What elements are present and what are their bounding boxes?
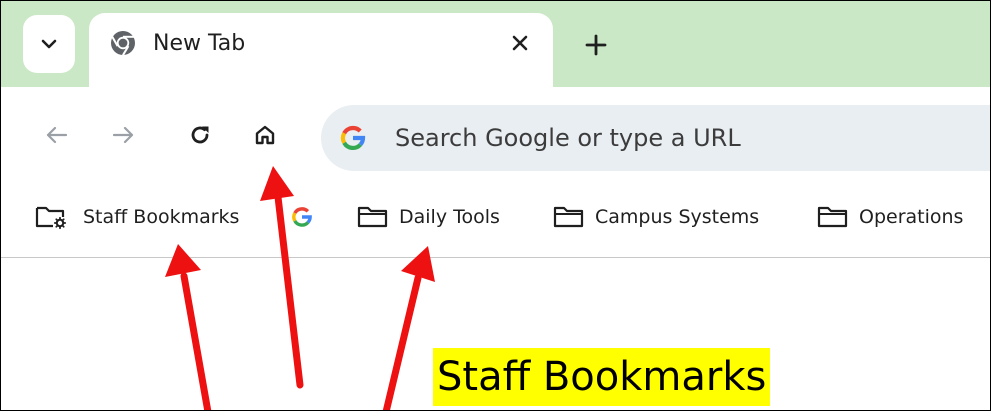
bookmark-label: Daily Tools xyxy=(399,206,500,228)
bookmark-label: Campus Systems xyxy=(595,206,760,228)
chevron-down-icon xyxy=(41,39,57,49)
bookmark-campus-systems[interactable]: Campus Systems xyxy=(553,191,759,243)
folder-icon xyxy=(357,206,388,228)
arrow-right-icon xyxy=(112,126,134,144)
annotation-caption: Staff Bookmarks xyxy=(433,348,771,406)
arrow-left-icon xyxy=(46,126,68,144)
tab-new-tab[interactable]: New Tab xyxy=(89,13,553,89)
bookmark-label: Staff Bookmarks xyxy=(83,206,240,228)
arrow-to-daily-tools xyxy=(382,274,422,410)
google-g-icon xyxy=(292,207,312,227)
bookmarks-bar: Staff Bookmarks Daily Tools Campus Syste… xyxy=(1,191,990,258)
tab-title: New Tab xyxy=(153,31,246,56)
bookmark-staff-bookmarks[interactable]: Staff Bookmarks xyxy=(35,191,239,243)
bookmark-label: Operations xyxy=(859,206,964,228)
tab-search-button[interactable] xyxy=(23,15,75,73)
bookmark-google[interactable] xyxy=(289,191,325,243)
bookmark-daily-tools[interactable]: Daily Tools xyxy=(357,191,500,243)
managed-folder-icon xyxy=(35,206,67,230)
folder-icon xyxy=(553,206,584,228)
close-icon xyxy=(512,35,528,51)
tab-strip: New Tab xyxy=(1,1,990,89)
reload-icon xyxy=(191,126,209,144)
folder-icon xyxy=(817,206,848,228)
chrome-icon xyxy=(111,31,135,56)
new-tab-button[interactable] xyxy=(579,28,613,62)
home-button[interactable] xyxy=(247,117,283,153)
toolbar: Search Google or type a URL xyxy=(1,87,990,191)
omnibox-placeholder: Search Google or type a URL xyxy=(395,124,741,152)
back-button[interactable] xyxy=(39,117,75,153)
omnibox[interactable]: Search Google or type a URL xyxy=(321,105,990,171)
plus-icon xyxy=(585,34,607,56)
google-g-icon xyxy=(340,125,366,150)
browser-window: New Tab Search Google or type a URL Staf… xyxy=(0,0,991,411)
forward-button[interactable] xyxy=(105,117,141,153)
reload-button[interactable] xyxy=(182,117,218,153)
arrow-to-staff-bookmarks xyxy=(180,272,212,410)
tab-close-button[interactable] xyxy=(507,30,533,56)
bookmark-operations[interactable]: Operations xyxy=(817,191,963,243)
home-icon xyxy=(255,125,275,145)
